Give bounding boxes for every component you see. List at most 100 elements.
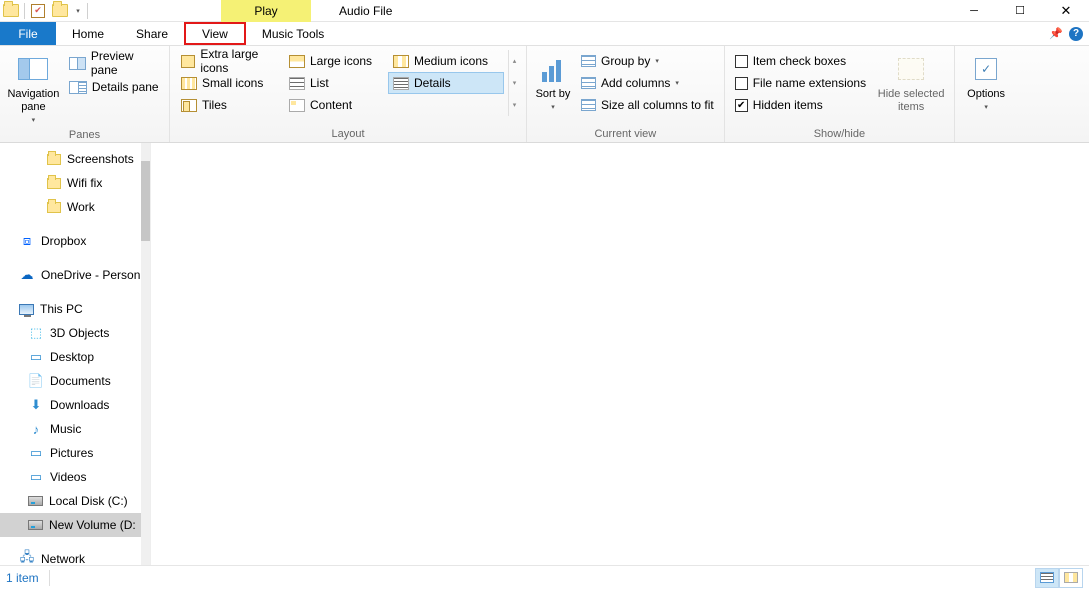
checkbox-icon <box>735 77 748 90</box>
qat-properties[interactable]: ✔ <box>27 0 49 22</box>
sidebar-item-dropbox[interactable]: ⧈Dropbox <box>0 229 150 253</box>
navigation-tree: Screenshots Wifi fix Work ⧈Dropbox ☁OneD… <box>0 143 151 565</box>
folder-icon <box>3 4 19 17</box>
details-pane-label: Details pane <box>92 80 159 94</box>
scroll-down[interactable]: ▾ <box>509 72 520 94</box>
window-title: Audio File <box>339 4 392 18</box>
content-pane[interactable] <box>151 143 1089 565</box>
layout-medium-icons[interactable]: Medium icons <box>388 50 504 72</box>
sidebar-item-this-pc[interactable]: This PC <box>0 297 150 321</box>
status-separator <box>49 570 50 586</box>
size-all-columns-button[interactable]: Size all columns to fit <box>577 94 718 116</box>
details-pane-button[interactable]: Details pane <box>65 76 163 98</box>
scroll-up[interactable]: ▴ <box>509 50 520 72</box>
cube-icon: ⬚ <box>28 325 44 341</box>
sidebar-item-new-volume[interactable]: New Volume (D: <box>0 513 150 537</box>
preview-pane-label: Preview pane <box>91 49 159 77</box>
sidebar-item-downloads[interactable]: ⬇Downloads <box>0 393 150 417</box>
chevron-down-icon: ▾ <box>984 104 988 112</box>
sidebar-item-onedrive[interactable]: ☁OneDrive - Person <box>0 263 150 287</box>
sidebar-item-wifi-fix[interactable]: Wifi fix <box>0 171 150 195</box>
sidebar-item-desktop[interactable]: ▭Desktop <box>0 345 150 369</box>
options-button[interactable]: Options ▾ <box>961 50 1011 113</box>
title-bar: ✔ ▾ Play Audio File <box>0 0 1089 22</box>
chevron-down-icon: ▾ <box>655 57 659 65</box>
hdd-icon <box>28 520 43 530</box>
checkbox-checked-icon <box>735 99 748 112</box>
view-details-button[interactable] <box>1035 568 1059 588</box>
hidden-items-toggle[interactable]: Hidden items <box>731 94 870 116</box>
pc-icon <box>19 304 34 315</box>
group-by-button[interactable]: Group by▾ <box>577 50 718 72</box>
pin-icon[interactable]: 📌 <box>1049 27 1063 40</box>
view-thumbnails-button[interactable] <box>1059 568 1083 588</box>
chevron-down-icon: ▾ <box>32 117 36 125</box>
sidebar-item-documents[interactable]: 📄Documents <box>0 369 150 393</box>
sidebar-item-network[interactable]: 🖧Network <box>0 547 150 565</box>
layout-large-icons[interactable]: Large icons <box>284 50 388 72</box>
folder-icon <box>47 154 61 165</box>
tab-file[interactable]: File <box>0 22 56 45</box>
main-area: Screenshots Wifi fix Work ⧈Dropbox ☁OneD… <box>0 143 1089 565</box>
tab-share[interactable]: Share <box>120 22 184 45</box>
ribbon-group-layout: Extra large icons Large icons Medium ico… <box>170 46 527 142</box>
layout-small-icons[interactable]: Small icons <box>176 72 284 94</box>
sort-by-button[interactable]: Sort by ▾ <box>533 50 573 113</box>
sidebar-item-videos[interactable]: ▭Videos <box>0 465 150 489</box>
ribbon-group-label <box>961 125 1011 142</box>
sidebar-item-screenshots[interactable]: Screenshots <box>0 147 150 171</box>
small-icons-icon <box>181 77 197 90</box>
sidebar-item-3d-objects[interactable]: ⬚3D Objects <box>0 321 150 345</box>
status-bar: 1 item <box>0 565 1089 589</box>
maximize-button[interactable] <box>997 0 1043 22</box>
file-name-extensions-toggle[interactable]: File name extensions <box>731 72 870 94</box>
tab-home[interactable]: Home <box>56 22 120 45</box>
sidebar-item-pictures[interactable]: ▭Pictures <box>0 441 150 465</box>
tab-view[interactable]: View <box>184 22 246 45</box>
ribbon-group-options: Options ▾ <box>955 46 1017 142</box>
qat-folder1[interactable] <box>0 0 22 22</box>
ribbon-group-label: Panes <box>6 126 163 143</box>
hide-selected-items-button[interactable]: Hide selected items <box>874 50 948 114</box>
ribbon-tabs: File Home Share View Music Tools 📌 ? <box>0 22 1089 46</box>
group-by-icon <box>581 55 596 67</box>
folder-icon <box>52 4 68 17</box>
layout-content[interactable]: Content <box>284 94 388 116</box>
sidebar-scroll-thumb[interactable] <box>141 161 150 241</box>
folder-icon <box>47 178 61 189</box>
ribbon-group-panes: Navigation pane ▾ Preview pane Details p… <box>0 46 170 142</box>
qat-separator <box>24 3 25 19</box>
context-tab-play[interactable]: Play <box>221 0 311 22</box>
music-icon: ♪ <box>28 421 44 437</box>
qat-customize[interactable]: ▾ <box>71 0 85 22</box>
tiles-icon <box>181 99 197 112</box>
large-icons-icon <box>289 55 305 68</box>
resize-columns-icon <box>581 99 596 111</box>
sidebar-item-local-disk[interactable]: Local Disk (C:) <box>0 489 150 513</box>
layout-tiles[interactable]: Tiles <box>176 94 284 116</box>
navigation-pane-label: Navigation pane <box>6 88 61 114</box>
add-columns-button[interactable]: Add columns▾ <box>577 72 718 94</box>
qat-folder2[interactable] <box>49 0 71 22</box>
sidebar-item-work[interactable]: Work <box>0 195 150 219</box>
tab-music-tools[interactable]: Music Tools <box>246 22 340 45</box>
pictures-icon: ▭ <box>28 445 44 461</box>
list-icon <box>289 77 305 90</box>
quick-access-toolbar: ✔ ▾ <box>0 0 90 21</box>
layout-details[interactable]: Details <box>388 72 504 94</box>
scroll-more[interactable]: ▾ <box>509 94 520 116</box>
help-icon[interactable]: ? <box>1069 27 1083 41</box>
status-item-count: 1 item <box>6 571 39 585</box>
layout-list[interactable]: List <box>284 72 388 94</box>
close-button[interactable] <box>1043 0 1089 22</box>
preview-pane-button[interactable]: Preview pane <box>65 52 163 74</box>
view-toggle <box>1035 568 1083 588</box>
desktop-icon: ▭ <box>28 349 44 365</box>
navigation-pane-button[interactable]: Navigation pane ▾ <box>6 50 61 126</box>
layout-scroller: ▴ ▾ ▾ <box>508 50 520 116</box>
layout-extra-large-icons[interactable]: Extra large icons <box>176 50 284 72</box>
download-icon: ⬇ <box>28 397 44 413</box>
item-check-boxes-toggle[interactable]: Item check boxes <box>731 50 870 72</box>
minimize-button[interactable] <box>951 0 997 22</box>
sidebar-item-music[interactable]: ♪Music <box>0 417 150 441</box>
